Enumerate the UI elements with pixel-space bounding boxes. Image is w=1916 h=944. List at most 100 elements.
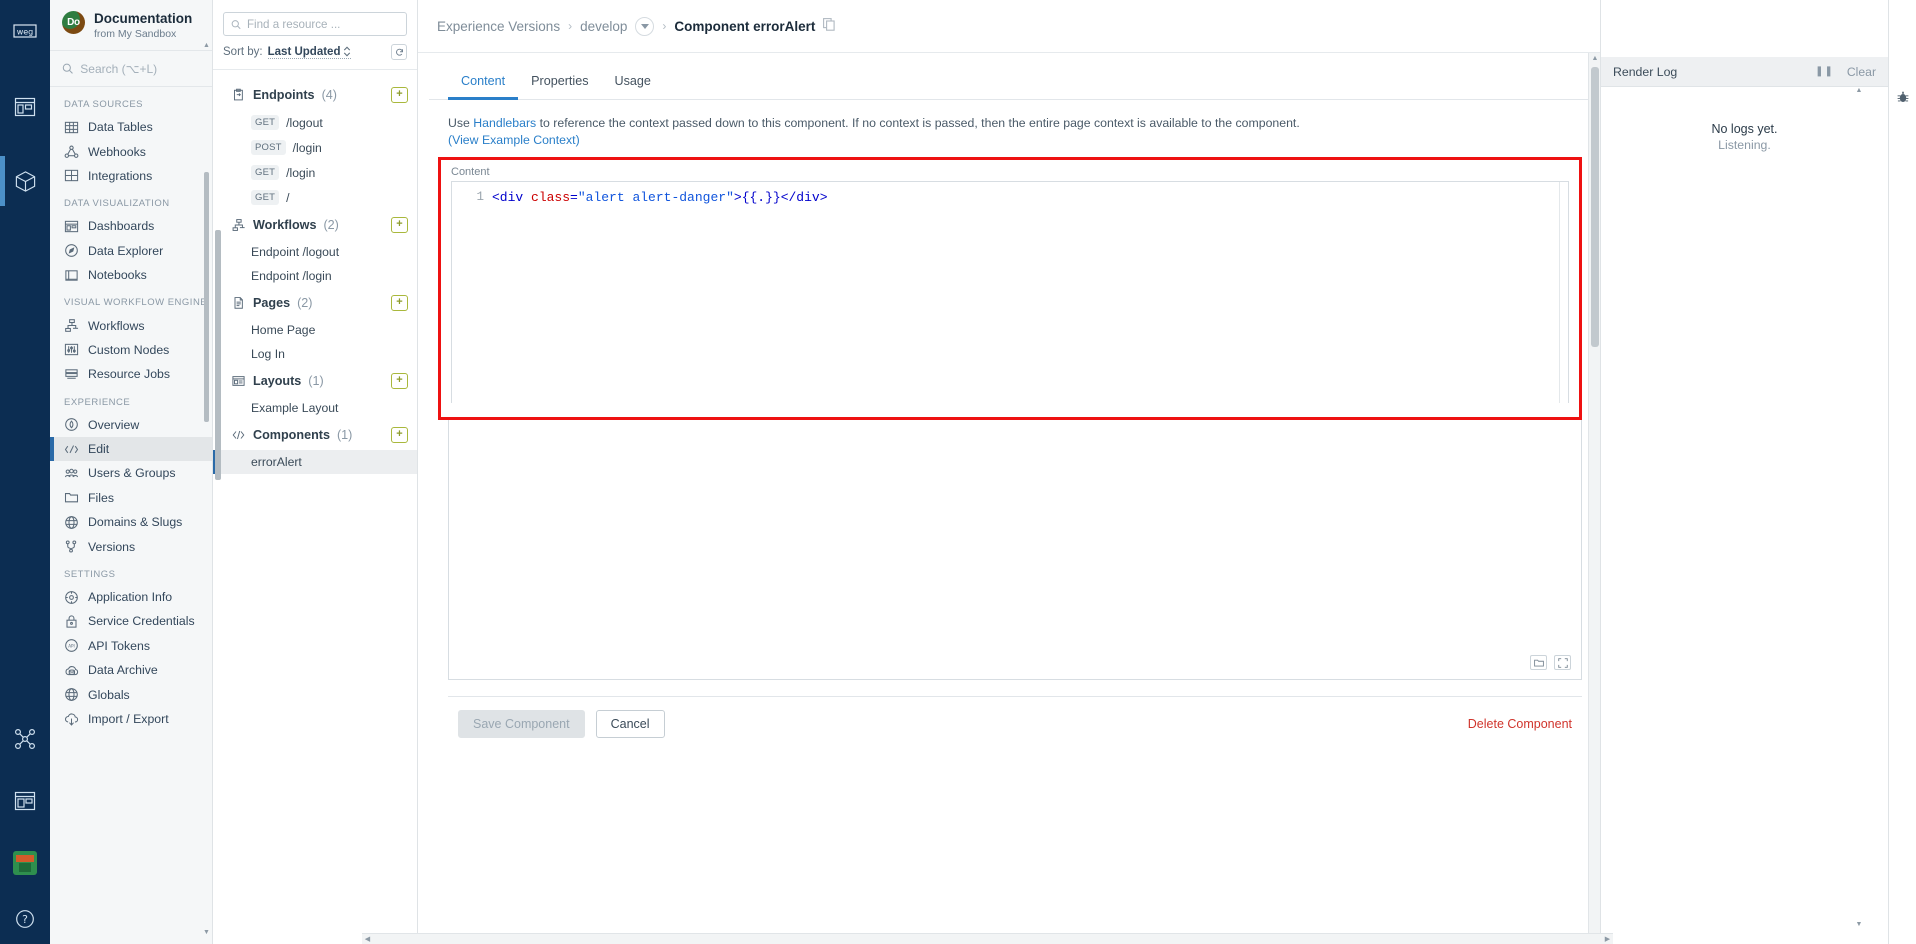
code-content[interactable]: <div class="alert alert-danger">{{.}}</d… — [492, 182, 1568, 403]
package-icon[interactable] — [0, 150, 50, 212]
sidebar-item-custom-nodes[interactable]: Custom Nodes — [50, 338, 212, 362]
sidebar-item-notebooks[interactable]: Notebooks — [50, 263, 212, 287]
workflow-nodes-icon[interactable] — [0, 708, 50, 770]
resource-scrollbar[interactable] — [214, 60, 222, 942]
sidebar-item-files[interactable]: Files — [50, 486, 212, 510]
code-editor[interactable]: 1 <div class="alert alert-danger">{{.}}<… — [451, 181, 1569, 403]
add-resource-button[interactable]: + — [391, 217, 408, 233]
pause-icon[interactable]: ❚❚ — [1815, 66, 1834, 77]
tab-properties[interactable]: Properties — [518, 67, 601, 100]
resource-section-pages[interactable]: Pages (2) + — [213, 288, 417, 318]
resource-item[interactable]: Endpoint /login — [213, 264, 417, 288]
fullscreen-icon[interactable] — [1554, 655, 1571, 670]
render-log-scrollbar[interactable]: ▲ ▼ — [1854, 87, 1864, 928]
resource-scroll-thumb[interactable] — [215, 230, 221, 480]
breadcrumb-root[interactable]: Experience Versions — [437, 19, 560, 34]
sidebar-item-edit[interactable]: Edit — [50, 436, 212, 462]
refresh-button[interactable] — [391, 44, 407, 60]
hscroll-right-icon[interactable]: ▶ — [1602, 934, 1613, 944]
resource-search[interactable] — [223, 12, 407, 36]
open-folder-icon[interactable] — [1530, 655, 1547, 670]
breadcrumb-version[interactable]: develop — [580, 19, 627, 34]
view-example-context-link[interactable]: (View Example Context) — [448, 133, 580, 147]
render-log-title: Render Log — [1613, 64, 1678, 79]
hscroll-left-icon[interactable]: ◀ — [362, 934, 373, 944]
sidebar-item-webhooks[interactable]: Webhooks — [50, 139, 212, 163]
add-resource-button[interactable]: + — [391, 427, 408, 443]
resource-section-layouts[interactable]: Layouts (1) + — [213, 366, 417, 396]
sidebar-item-users-groups[interactable]: Users & Groups — [50, 461, 212, 485]
tab-content[interactable]: Content — [448, 67, 519, 100]
resource-search-input[interactable] — [246, 17, 399, 31]
sidebar-search[interactable] — [50, 51, 212, 87]
user-avatar[interactable] — [0, 832, 50, 894]
tab-usage[interactable]: Usage — [602, 67, 664, 100]
main-horizontal-scrollbar[interactable]: ◀ ▶ — [362, 933, 1613, 944]
sidebar-item-overview[interactable]: Overview — [50, 413, 212, 437]
resource-section-components[interactable]: Components (1) + — [213, 420, 417, 450]
sidebar-item-workflows[interactable]: Workflows — [50, 313, 212, 337]
sidebar-item-resource-jobs[interactable]: Resource Jobs — [50, 362, 212, 386]
page-title: Component errorAlert — [674, 18, 816, 34]
resource-section-title: Components — [253, 428, 330, 442]
resource-item[interactable]: Example Layout — [213, 396, 417, 420]
handlebars-link[interactable]: Handlebars — [473, 116, 536, 130]
log-scroll-down-icon[interactable]: ▼ — [1854, 921, 1864, 928]
sidebar-item-application-info[interactable]: Application Info — [50, 585, 212, 609]
sidebar-item-versions[interactable]: Versions — [50, 534, 212, 558]
add-resource-button[interactable]: + — [391, 373, 408, 389]
sidebar-item-data-tables[interactable]: Data Tables — [50, 115, 212, 139]
resource-item-label: /login — [286, 165, 316, 180]
resource-item[interactable]: GET / — [213, 185, 417, 210]
sidebar-item-api-tokens[interactable]: API API Tokens — [50, 634, 212, 658]
sidebar-item-label: API Tokens — [88, 638, 150, 653]
application-icon[interactable] — [0, 76, 50, 138]
add-resource-button[interactable]: + — [391, 295, 408, 311]
main-vertical-scrollbar[interactable]: ▲ ▼ — [1588, 53, 1600, 944]
search-input[interactable] — [80, 61, 200, 76]
sidebar-item-globals[interactable]: Globals — [50, 682, 212, 706]
code-editor-body[interactable] — [448, 420, 1582, 680]
bug-icon[interactable] — [1896, 90, 1910, 107]
delete-component-button[interactable]: Delete Component — [1468, 717, 1582, 731]
resource-item[interactable]: errorAlert — [213, 450, 417, 474]
sidebar-item-label: Workflows — [88, 318, 145, 333]
resource-item[interactable]: GET/login — [213, 160, 417, 185]
app-header[interactable]: Do Documentation from My Sandbox — [50, 0, 212, 51]
resource-item[interactable]: Log In — [213, 342, 417, 366]
help-icon[interactable]: ? — [0, 894, 50, 944]
sidebar-item-domains-slugs[interactable]: Domains & Slugs — [50, 510, 212, 534]
code-editor-vertical-scrollbar[interactable] — [1559, 182, 1568, 403]
resource-section-endpoints[interactable]: Endpoints (4) + — [213, 80, 417, 110]
scroll-down-icon[interactable]: ▼ — [203, 929, 210, 936]
sidebar-item-service-credentials[interactable]: Service Credentials — [50, 609, 212, 633]
log-scroll-up-icon[interactable]: ▲ — [1854, 87, 1864, 94]
sort-value-button[interactable]: Last Updated — [267, 46, 352, 59]
resource-item[interactable]: POST/login — [213, 135, 417, 160]
scroll-up-icon[interactable]: ▲ — [203, 42, 210, 49]
add-resource-button[interactable]: + — [391, 87, 408, 103]
scroll-thumb[interactable] — [204, 172, 209, 422]
resource-item[interactable]: GET/logout — [213, 110, 417, 135]
sidebar-item-integrations[interactable]: Integrations — [50, 164, 212, 188]
sidebar-item-import-export[interactable]: Import / Export — [50, 707, 212, 731]
resource-item[interactable]: Endpoint /logout — [213, 240, 417, 264]
sidebar-item-dashboards[interactable]: Dashboards — [50, 214, 212, 238]
resource-item[interactable]: Home Page — [213, 318, 417, 342]
weg-logo-icon[interactable]: weg — [0, 0, 50, 62]
main-scroll-thumb[interactable] — [1591, 67, 1599, 347]
resource-section-count: (4) — [321, 88, 337, 102]
save-component-button[interactable]: Save Component — [458, 710, 585, 738]
app-logo: Do — [62, 11, 85, 34]
cancel-button[interactable]: Cancel — [595, 710, 665, 738]
version-dropdown-button[interactable] — [635, 16, 655, 36]
sidebar-item-data-archive[interactable]: Data Archive — [50, 658, 212, 682]
globe-icon — [65, 688, 78, 701]
sidebar-item-data-explorer[interactable]: Data Explorer — [50, 239, 212, 263]
sidebar-scrollbar[interactable]: ▲ ▼ — [203, 42, 210, 936]
clear-log-button[interactable]: Clear — [1847, 65, 1876, 79]
dashboard-icon[interactable] — [0, 770, 50, 832]
main-area: Experience Versions › develop › Componen… — [418, 0, 1600, 944]
copy-icon[interactable] — [823, 18, 836, 34]
resource-section-workflows[interactable]: Workflows (2) + — [213, 210, 417, 240]
